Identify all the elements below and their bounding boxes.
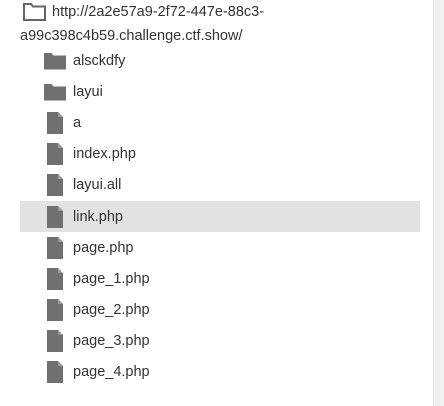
item-label: layui: [73, 83, 103, 100]
file-item[interactable]: a: [20, 107, 420, 138]
item-label: page_4.php: [73, 364, 150, 381]
file-icon: [42, 360, 68, 384]
item-label: alsckdfy: [73, 52, 126, 69]
file-icon: [42, 267, 68, 291]
item-label: index.php: [73, 146, 136, 163]
file-tree-panel: http://2a2e57a9-2f72-447e-88c3- a99c398c…: [0, 0, 444, 406]
file-item[interactable]: index.php: [20, 139, 420, 170]
folder-item[interactable]: layui: [20, 76, 420, 107]
tree-root[interactable]: http://2a2e57a9-2f72-447e-88c3- a99c398c…: [20, 0, 420, 44]
file-icon: [42, 205, 68, 229]
item-label: page_2.php: [73, 302, 150, 319]
file-list: alsckdfy layui a index.php layui.all link.php…: [20, 45, 420, 388]
item-label: a: [73, 114, 82, 131]
scrollbar-track[interactable]: [433, 0, 444, 406]
file-item[interactable]: page.php: [20, 232, 420, 263]
folder-outline-icon: [20, 0, 48, 24]
file-item[interactable]: link.php: [20, 200, 420, 233]
file-item[interactable]: page_1.php: [20, 263, 420, 294]
item-label: link.php: [73, 208, 123, 225]
file-item[interactable]: page_4.php: [20, 357, 420, 388]
file-item[interactable]: layui.all: [20, 170, 420, 201]
file-item[interactable]: page_2.php: [20, 295, 420, 326]
file-icon: [42, 173, 68, 197]
root-path-line1: http://2a2e57a9-2f72-447e-88c3-: [52, 4, 265, 20]
file-icon: [42, 236, 68, 260]
file-icon: [42, 298, 68, 322]
item-label: layui.all: [73, 177, 122, 194]
item-label: page.php: [73, 239, 134, 256]
folder-icon: [42, 49, 68, 73]
file-item[interactable]: page_3.php: [20, 326, 420, 357]
folder-item[interactable]: alsckdfy: [20, 45, 420, 76]
file-icon: [42, 329, 68, 353]
file-icon: [42, 111, 68, 135]
tree-root-line: http://2a2e57a9-2f72-447e-88c3-: [20, 0, 420, 24]
item-label: page_1.php: [73, 270, 150, 287]
item-label: page_3.php: [73, 333, 150, 350]
file-icon: [42, 142, 68, 166]
folder-icon: [42, 80, 68, 104]
